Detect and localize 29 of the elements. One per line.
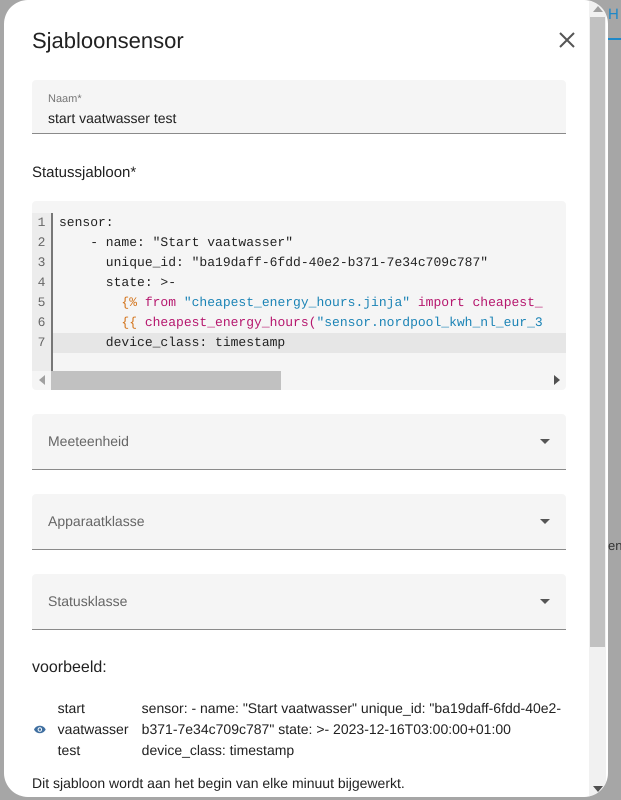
dropdown-field[interactable]: Statusklasse — [32, 574, 566, 630]
code-line: {% from "cheapest_energy_hours.jinja" import cheapest_ — [120, 294, 544, 312]
name-input-field[interactable]: Naam* start vaatwasser test — [32, 80, 566, 134]
line-number: 4 — [36, 274, 46, 292]
code-line: - name: "Start vaatwasser" — [89, 234, 294, 252]
scrollbar-thumb[interactable] — [590, 17, 605, 647]
code-line: sensor: — [58, 214, 115, 232]
line-number: 3 — [36, 254, 46, 272]
line-number: 7 — [36, 334, 46, 352]
line-number: 6 — [36, 314, 46, 332]
dropdown-field[interactable]: Apparaatklasse — [32, 494, 566, 550]
field-label: Statussjabloon* — [32, 163, 138, 183]
caret-icon — [540, 518, 550, 524]
caret-icon — [540, 438, 550, 444]
code-line: {{ cheapest_energy_hours("sensor.nordpool_kwh_nl_eur_3 — [120, 314, 544, 332]
entity-state: sensor: - name: "Start vaatwasser" unique_id: "ba19daff-6fdd-40e2-b371-7e34c709c787" state: >- 2023-12-16T03:00:00+01:00 device_class: timestamp — [142, 698, 562, 760]
code-line: unique_id: "ba19daff-6fdd-40e2-b371-7e34c709c787" — [104, 254, 490, 272]
code-line: state: >- — [104, 274, 178, 292]
entity-name: start vaatwasser test — [58, 698, 130, 760]
line-number: 2 — [36, 234, 46, 252]
section-heading: voorbeeld: — [32, 658, 108, 678]
line-number: 5 — [36, 294, 46, 312]
dialog-title: Sjabloonsensor — [32, 26, 184, 55]
caret-icon — [540, 598, 550, 604]
scrollbar-thumb[interactable] — [51, 370, 281, 390]
code-editor[interactable] — [32, 200, 566, 390]
info-text: Dit sjabloon wordt aan het begin van elke minuut bijgewerkt. — [32, 774, 406, 793]
dropdown-field[interactable]: Meeteenheid — [32, 414, 566, 470]
line-number: 1 — [36, 214, 46, 232]
